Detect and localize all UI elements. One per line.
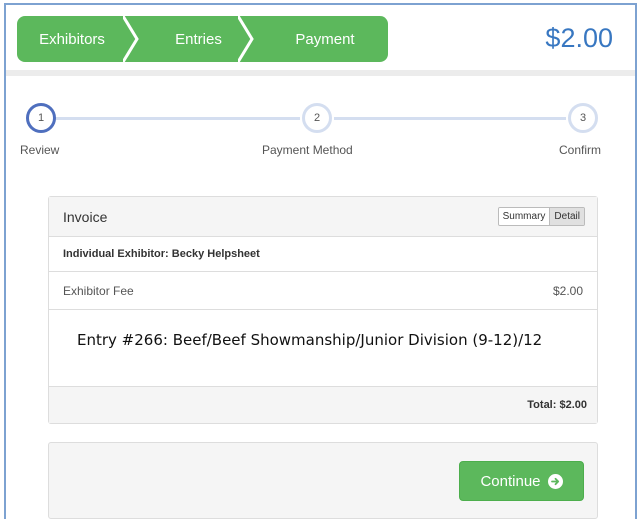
step-2-indicator: 2	[302, 103, 332, 133]
step-3-label: Confirm	[559, 143, 602, 157]
cart-total: $2.00	[545, 23, 613, 53]
fee-row: Exhibitor Fee $2.00	[49, 272, 597, 310]
actions-panel: Continue	[48, 442, 598, 519]
detail-toggle-button[interactable]: Detail	[549, 208, 584, 225]
invoice-total-row: Total: $2.00	[49, 387, 597, 423]
breadcrumb: Exhibitors Entries Payment	[17, 16, 388, 62]
breadcrumb-payment[interactable]: Payment	[252, 16, 388, 62]
fee-label: Exhibitor Fee	[63, 283, 134, 298]
checkout-stepper: 1 2 3 Review Payment Method Confirm	[6, 97, 635, 167]
entry-row: Entry #266: Beef/Beef Showmanship/Junior…	[49, 310, 597, 387]
breadcrumb-exhibitors-label: Exhibitors	[39, 30, 105, 48]
continue-button[interactable]: Continue	[459, 461, 584, 501]
exhibitor-row: Individual Exhibitor: Becky Helpsheet	[49, 237, 597, 272]
header: Exhibitors Entries Payment $2.00	[6, 5, 635, 76]
fee-amount: $2.00	[552, 283, 583, 298]
chevron-separator-icon	[238, 16, 254, 62]
view-toggle: Summary Detail	[497, 207, 585, 226]
arrow-circle-right-icon	[547, 473, 563, 489]
step-1-label: Review	[20, 143, 60, 157]
breadcrumb-exhibitors[interactable]: Exhibitors	[17, 16, 139, 62]
entry-description: Entry #266: Beef/Beef Showmanship/Junior…	[77, 331, 543, 349]
step-2-label: Payment Method	[262, 143, 353, 157]
continue-label: Continue	[480, 472, 541, 490]
step-3-indicator: 3	[568, 103, 598, 133]
chevron-separator-icon	[123, 16, 139, 62]
breadcrumb-entries-label: Entries	[175, 30, 222, 48]
breadcrumb-payment-label: Payment	[295, 30, 355, 48]
invoice-total: Total: $2.00	[527, 399, 587, 411]
breadcrumb-entries[interactable]: Entries	[137, 16, 254, 62]
summary-toggle-button[interactable]: Summary	[498, 208, 550, 225]
invoice-header: Invoice Summary Detail	[49, 197, 597, 237]
invoice-title: Invoice	[63, 208, 108, 225]
invoice-panel: Invoice Summary Detail Individual Exhibi…	[48, 196, 598, 424]
app-frame: Exhibitors Entries Payment $2.00 1 2 3 R…	[4, 3, 637, 519]
stepper-track	[334, 117, 566, 120]
stepper-track	[54, 117, 300, 120]
exhibitor-name: Individual Exhibitor: Becky Helpsheet	[63, 248, 260, 260]
step-1-indicator: 1	[26, 103, 56, 133]
